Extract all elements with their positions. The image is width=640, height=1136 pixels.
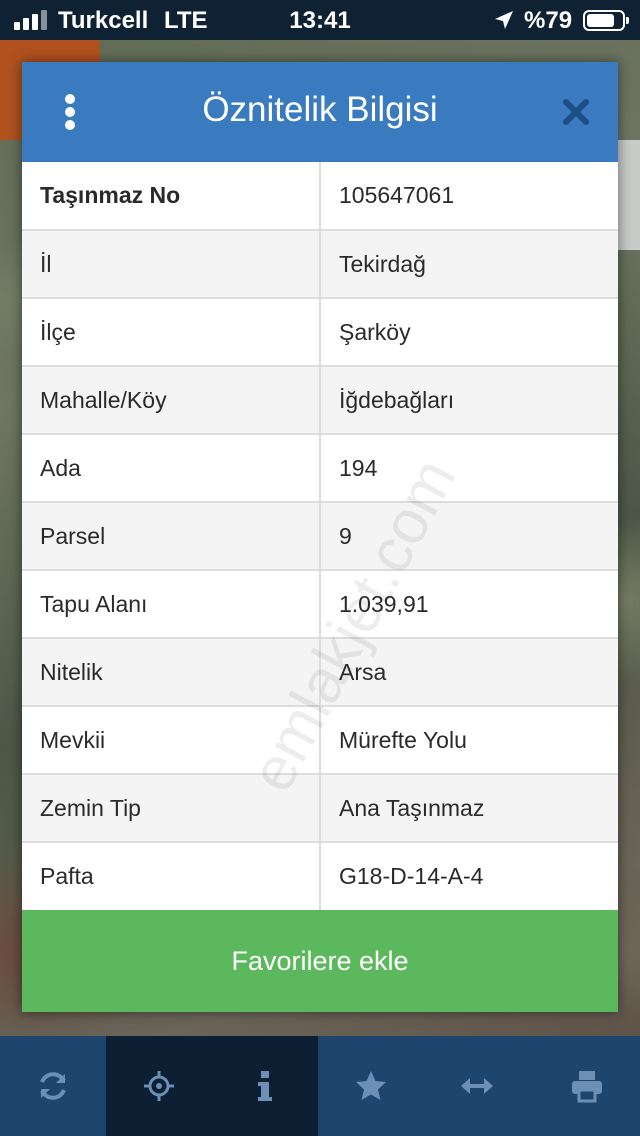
crosshair-icon <box>144 1071 174 1101</box>
attribute-row: Tapu Alanı 1.039,91 <box>22 569 618 638</box>
battery-icon <box>583 10 629 31</box>
attribute-value: Şarköy <box>320 297 618 366</box>
attribute-key: İl <box>22 229 321 298</box>
add-to-favorites-button[interactable]: Favorilere ekle <box>22 910 618 1012</box>
info-icon <box>258 1071 272 1101</box>
attribute-key: Tapu Alanı <box>22 569 321 638</box>
attribute-row: Zemin Tip Ana Taşınmaz <box>22 773 618 842</box>
refresh-button[interactable] <box>0 1036 106 1136</box>
attribute-table: Taşınmaz No 105647061 İl Tekirdağ İlçe Şarköy… <box>22 162 618 910</box>
attribute-row: İlçe Şarköy <box>22 297 618 366</box>
attribute-value: Mürefte Yolu <box>320 705 618 774</box>
locate-button[interactable] <box>106 1036 212 1136</box>
print-icon <box>572 1071 602 1103</box>
close-icon[interactable] <box>562 98 590 126</box>
attribute-key: Pafta <box>22 841 321 910</box>
attribute-value: İğdebağları <box>320 365 618 434</box>
attribute-dialog: Öznitelik Bilgisi Taşınmaz No 105647061 İl… <box>22 62 618 1012</box>
attribute-value: Ana Taşınmaz <box>320 773 618 842</box>
attribute-key: Ada <box>22 433 321 502</box>
star-icon <box>356 1071 386 1100</box>
attribute-key: Nitelik <box>22 637 321 706</box>
vertical-dots-icon[interactable] <box>58 94 82 130</box>
attribute-row: Pafta G18-D-14-A-4 <box>22 841 618 910</box>
battery-percentage: %79 <box>524 7 573 34</box>
location-arrow-icon <box>495 11 513 29</box>
measure-button[interactable] <box>424 1036 530 1136</box>
refresh-icon <box>40 1072 66 1100</box>
attribute-value: Arsa <box>320 637 618 706</box>
attribute-value: 105647061 <box>339 182 455 208</box>
attribute-row: Taşınmaz No 105647061 <box>22 162 618 230</box>
info-button[interactable] <box>212 1036 318 1136</box>
favorites-button[interactable] <box>318 1036 424 1136</box>
attribute-key: Zemin Tip <box>22 773 321 842</box>
attribute-row: İl Tekirdağ <box>22 229 618 298</box>
dialog-header: Öznitelik Bilgisi <box>22 62 618 162</box>
status-bar: Turkcell LTE 13:41 %79 <box>0 0 640 40</box>
attribute-row: Ada 194 <box>22 433 618 502</box>
attribute-key: Mahalle/Köy <box>22 365 321 434</box>
attribute-value: Tekirdağ <box>320 229 618 298</box>
attribute-value: 194 <box>320 433 618 502</box>
attribute-value: 1.039,91 <box>320 569 618 638</box>
attribute-key: Mevkii <box>22 705 321 774</box>
dialog-title: Öznitelik Bilgisi <box>202 90 438 129</box>
bottom-toolbar <box>0 1036 640 1136</box>
attribute-row: Parsel 9 <box>22 501 618 570</box>
measure-arrows-icon <box>461 1078 493 1094</box>
print-button[interactable] <box>534 1036 640 1136</box>
attribute-row: Mahalle/Köy İğdebağları <box>22 365 618 434</box>
attribute-key: Taşınmaz No <box>22 162 321 230</box>
attribute-key: İlçe <box>22 297 321 366</box>
attribute-value: 9 <box>320 501 618 570</box>
attribute-row: Mevkii Mürefte Yolu <box>22 705 618 774</box>
attribute-value: G18-D-14-A-4 <box>320 841 618 910</box>
attribute-row: Nitelik Arsa <box>22 637 618 706</box>
map-scroll-handle[interactable] <box>618 140 640 250</box>
attribute-key: Parsel <box>22 501 321 570</box>
